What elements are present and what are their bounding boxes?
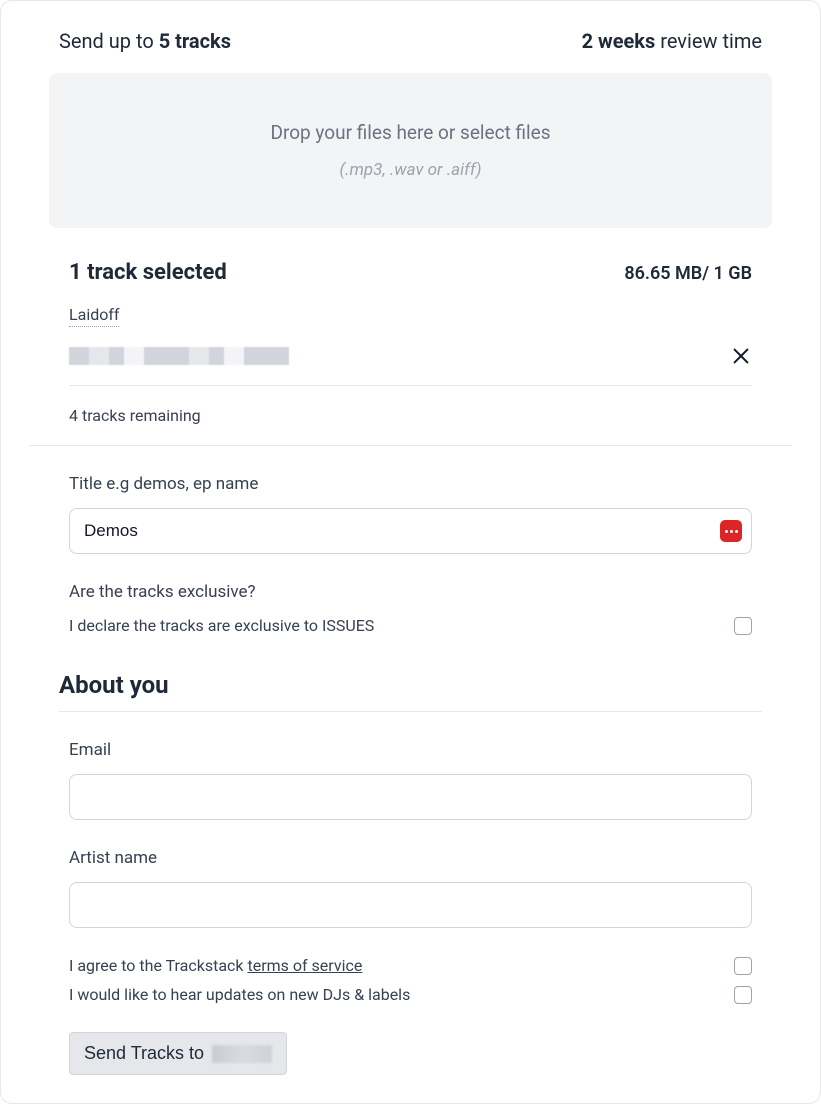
dropzone-formats: (.mp3, .wav or .aiff) [69,160,752,180]
review-time-strong: 2 weeks [582,29,656,53]
terms-text: I agree to the Trackstack terms of servi… [69,956,362,975]
send-button-label: Send Tracks to [84,1043,204,1064]
header-row: Send up to 5 tracks 2 weeks review time [59,29,762,53]
terms-link[interactable]: terms of service [247,956,362,975]
exclusive-checkbox-text: I declare the tracks are exclusive to IS… [69,616,374,635]
extension-badge-icon[interactable] [720,520,742,542]
send-tracks-button[interactable]: Send Tracks to [69,1032,287,1075]
terms-checkbox[interactable] [734,957,752,975]
recipient-redacted [212,1045,272,1063]
tracks-remaining: 4 tracks remaining [59,386,762,445]
close-icon[interactable] [730,345,752,367]
review-time-text: 2 weeks review time [582,29,762,53]
artist-name-label: Artist name [69,848,752,868]
updates-text: I would like to hear updates on new DJs … [69,985,410,1004]
title-input[interactable] [69,508,752,554]
send-prefix: Send up to [59,29,159,53]
email-input[interactable] [69,774,752,820]
selected-size: 86.65 MB/ 1 GB [624,263,752,284]
track-row [69,345,752,386]
about-heading: About you [59,635,762,711]
max-tracks: 5 tracks [159,29,231,53]
file-dropzone[interactable]: Drop your files here or select files (.m… [49,73,772,228]
selected-count: 1 track selected [69,260,227,285]
title-label: Title e.g demos, ep name [69,474,752,494]
exclusive-label: Are the tracks exclusive? [69,582,752,602]
exclusive-checkbox[interactable] [734,617,752,635]
terms-prefix: I agree to the Trackstack [69,956,247,975]
track-name[interactable]: Laidoff [69,305,119,327]
artist-name-input[interactable] [69,882,752,928]
review-time-rest: review time [655,29,762,53]
dropzone-text: Drop your files here or select files [69,121,752,144]
send-limit-text: Send up to 5 tracks [59,29,231,53]
updates-checkbox[interactable] [734,986,752,1004]
track-waveform-redacted [69,347,289,365]
selection-summary: 1 track selected 86.65 MB/ 1 GB [59,260,762,285]
email-label: Email [69,740,752,760]
